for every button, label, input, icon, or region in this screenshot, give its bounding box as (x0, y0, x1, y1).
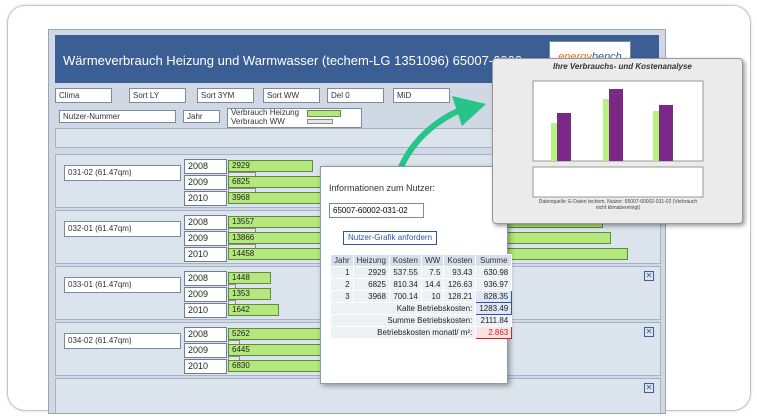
kalte-label: Kalte Betriebskosten: (329, 302, 477, 315)
cost-table: Jahr Heizung Kosten WW Kosten Summe 1 29… (329, 254, 513, 339)
cell: 828.35 (475, 290, 513, 303)
kalte-value: 1283.49 (475, 302, 513, 315)
cell: 537.55 (388, 266, 422, 279)
cell: 6825 (352, 278, 390, 291)
table-row: 2 6825 810.34 14.4 126.63 936.97 (330, 278, 513, 291)
cell: 810.34 (388, 278, 422, 291)
table-row: 3 3968 700.14 10 128.21 828.35 (330, 290, 513, 303)
arrow-head (452, 96, 486, 126)
summe-label: Summe Betriebskosten: (329, 314, 477, 327)
cell: 14.4 (420, 278, 445, 291)
column-header: Heizung (352, 254, 390, 267)
chart-title: Ihre Verbrauchs- und Kostenanalyse (553, 62, 692, 71)
nutzer-number-field[interactable]: 65007-60002-031-02 (329, 203, 424, 218)
chart-graphic (532, 80, 704, 198)
table-row: 1 2929 537.55 7.5 93.43 630.98 (330, 266, 513, 279)
cell: 7.5 (420, 266, 445, 279)
monat-row: Betriebskosten monatl/ m²: 2.863 (329, 326, 513, 339)
chart-bar (609, 89, 623, 161)
summe-value: 2111.84 (475, 314, 513, 327)
nutzer-info-popup: Informationen zum Nutzer: 65007-60002-03… (320, 166, 513, 384)
cell: 700.14 (388, 290, 422, 303)
column-header: WW (420, 254, 445, 267)
cell: 126.63 (443, 278, 477, 291)
cell: 3968 (352, 290, 390, 303)
kalte-row: Kalte Betriebskosten: 1283.49 (329, 302, 513, 315)
column-header: Kosten (388, 254, 422, 267)
chart-bar (659, 105, 673, 161)
monat-value: 2.863 (475, 326, 513, 339)
cell: 630.98 (475, 266, 513, 279)
info-label: Informationen zum Nutzer: (329, 183, 436, 193)
cell: 3 (330, 290, 354, 303)
summe-row: Summe Betriebskosten: 2111.84 (329, 314, 513, 327)
chart-bar (557, 113, 571, 161)
column-header: Summe (475, 254, 513, 267)
request-chart-button[interactable]: Nutzer-Grafik anfordern (343, 231, 437, 245)
monat-label: Betriebskosten monatl/ m²: (329, 326, 477, 339)
cell: 10 (420, 290, 445, 303)
cell: 2 (330, 278, 354, 291)
column-header: Jahr (330, 254, 354, 267)
cell: 128.21 (443, 290, 477, 303)
cell: 2929 (352, 266, 390, 279)
chart-thumbnail[interactable]: Ihre Verbrauchs- und Kostenanalyse Daten… (492, 58, 743, 224)
cell: 936.97 (475, 278, 513, 291)
chart-legend (532, 166, 704, 198)
cell: 93.43 (443, 266, 477, 279)
table-header-row: Jahr Heizung Kosten WW Kosten Summe (330, 254, 513, 267)
cell: 1 (330, 266, 354, 279)
chart-source-note: Datenquelle: E-Daten techem, Nutzer: 650… (538, 199, 698, 211)
column-header: Kosten (443, 254, 477, 267)
